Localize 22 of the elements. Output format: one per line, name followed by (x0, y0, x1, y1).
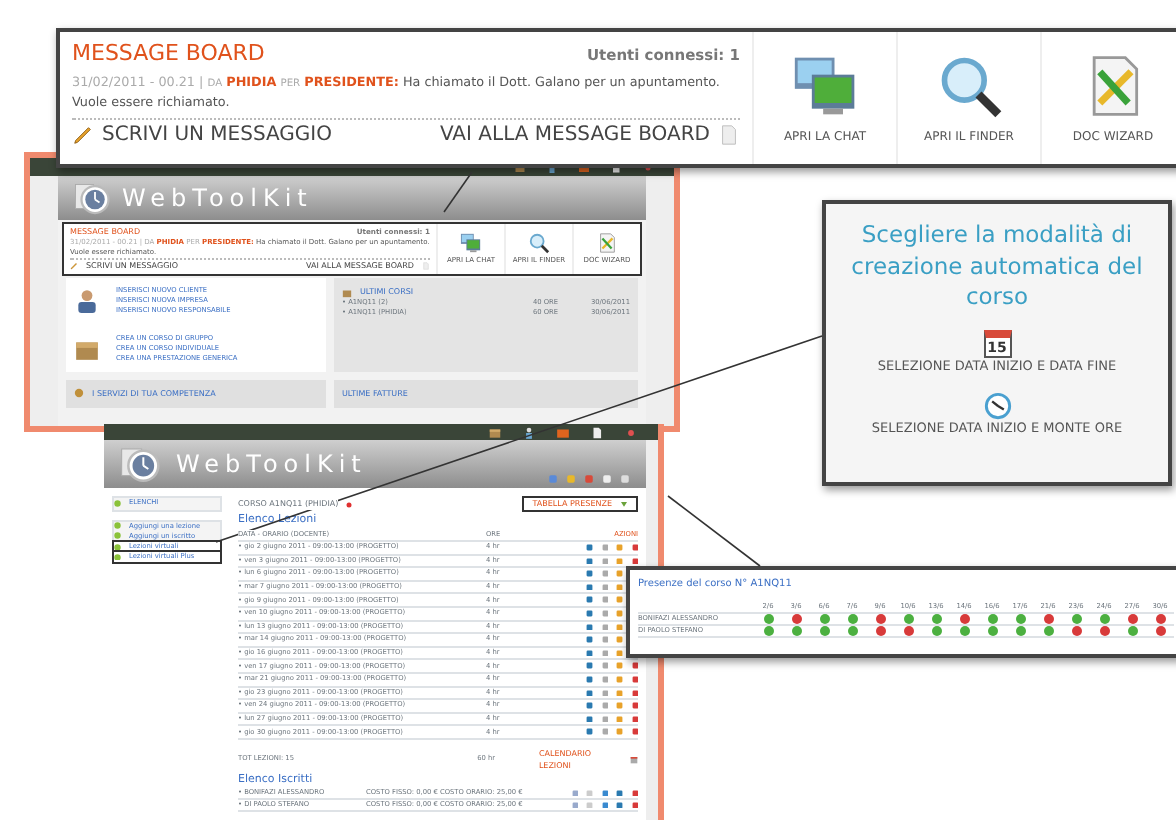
marker-icon (346, 501, 353, 508)
clock-icon (983, 392, 1011, 421)
monitors-icon (460, 231, 482, 254)
board-title: MESSAGE BOARD (72, 38, 265, 70)
callout-title: Scegliere la modalità di creazione automatica del corso (849, 220, 1145, 314)
dot-icon (624, 425, 638, 440)
write-message-link[interactable]: SCRIVI UN MESSAGGIO (72, 120, 332, 150)
leader-line (443, 171, 473, 213)
caret-icon (620, 500, 628, 509)
document-pencil-icon (596, 231, 618, 254)
logo-text: WebToolKit (122, 182, 313, 216)
box-icon (342, 287, 352, 298)
message-board-link[interactable]: VAI ALLA MESSAGE BOARD (439, 120, 740, 150)
magnifier-icon (528, 231, 550, 254)
clock-logo-icon (74, 180, 110, 216)
box-icon (488, 425, 502, 440)
logo-text: WebToolKit (176, 448, 367, 483)
coin-icon (74, 388, 84, 399)
bullet-icon (114, 500, 121, 508)
folder-icon (556, 425, 570, 440)
calendar-icon (630, 755, 639, 764)
clock-logo-icon (120, 444, 160, 485)
